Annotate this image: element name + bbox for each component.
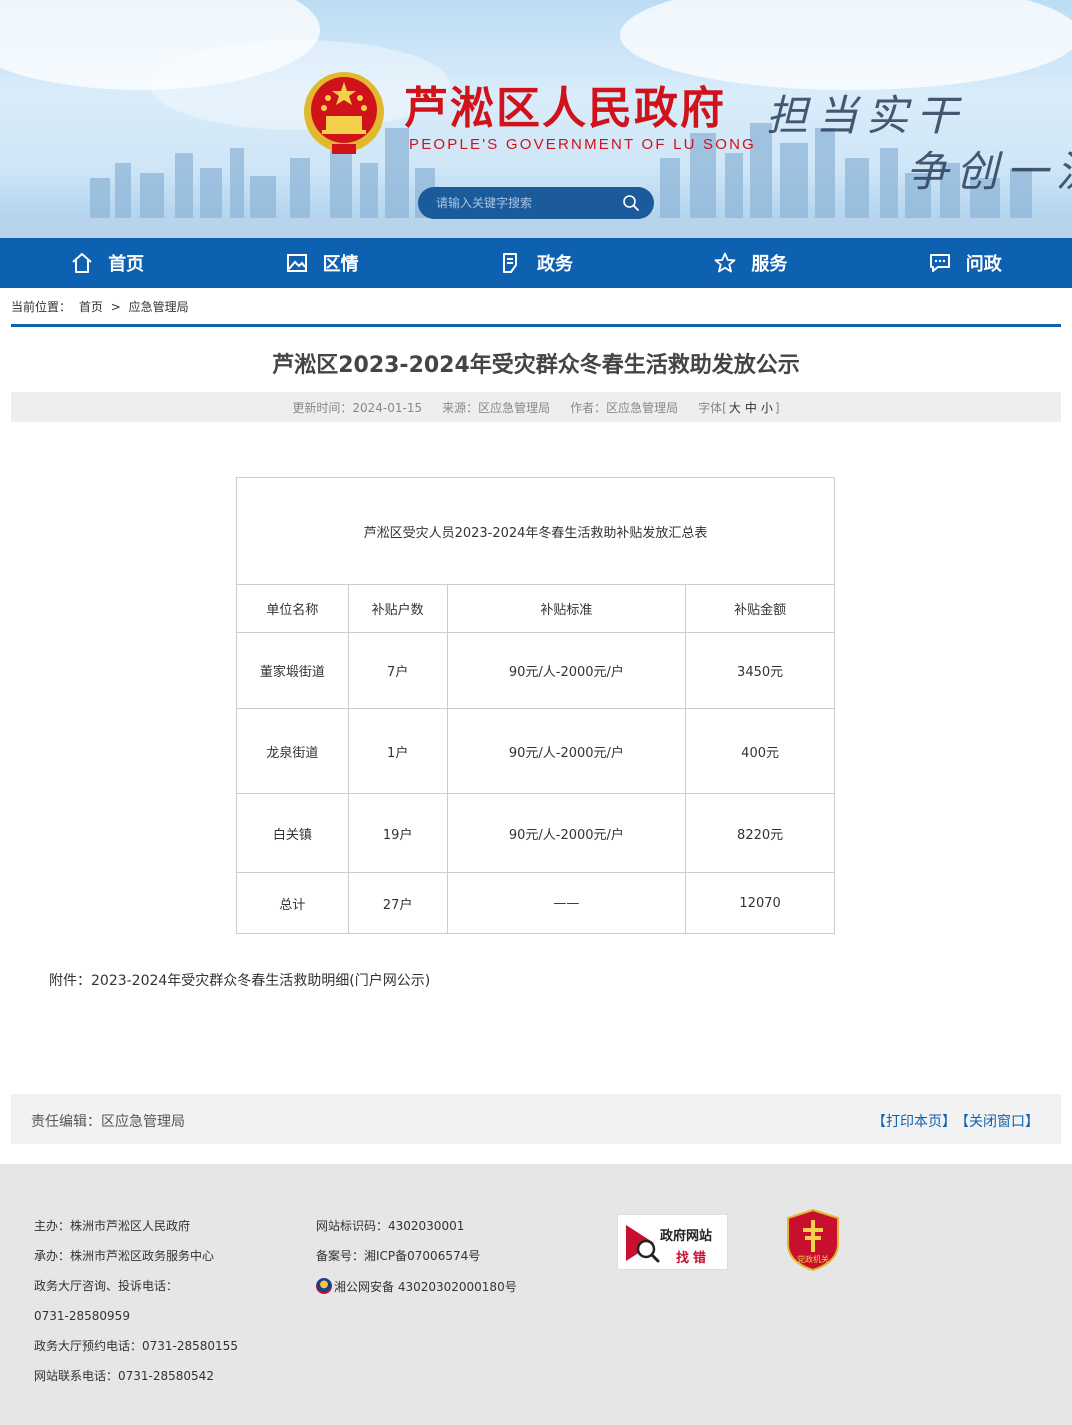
font-large-button[interactable]: 大 — [729, 401, 741, 415]
summary-table: 芦淞区受灾人员2023-2024年冬春生活救助补贴发放汇总表 单位名称 补贴户数… — [236, 477, 835, 934]
table-cell: 7户 — [347, 632, 448, 709]
site-subtitle: PEOPLE'S GOVERNMENT OF LU SONG — [409, 136, 756, 153]
magnifier-icon — [626, 1225, 660, 1263]
table-header-cell: 补贴户数 — [347, 584, 448, 633]
table-cell: 90元/人-2000元/户 — [446, 632, 687, 709]
table-cell: 龙泉街道 — [236, 708, 349, 794]
gov-site-error-report-badge[interactable]: 政府网站 找错 — [617, 1214, 728, 1270]
update-time: 更新时间：2024-01-15 — [292, 400, 423, 415]
article-author: 作者：区应急管理局 — [570, 400, 679, 415]
table-row: 董家塅街道 7户 90元/人-2000元/户 3450元 — [236, 632, 835, 709]
nav-label: 区情 — [322, 254, 359, 275]
breadcrumb: 当前位置： 首页 > 应急管理局 — [11, 298, 193, 315]
nav-item-home[interactable]: 首页 — [0, 238, 214, 288]
party-government-badge-icon[interactable]: 党政机关 — [786, 1208, 840, 1272]
responsible-editor: 责任编辑：区应急管理局 — [31, 1114, 185, 1130]
site-footer: 主办：株洲市芦淞区人民政府 承办：株洲市芦淞区政务服务中心 政务大厅咨询、投诉电… — [0, 1164, 1072, 1425]
footer-text: 政务大厅咨询、投诉电话： — [34, 1279, 179, 1293]
party-badge-text: 党政机关 — [797, 1254, 829, 1264]
table-cell: —— — [446, 872, 687, 934]
table-cell: 19户 — [347, 793, 448, 873]
nav-item-government-affairs[interactable]: 政务 — [429, 238, 643, 288]
close-window-button[interactable]: 【关闭窗口】 — [962, 1114, 1039, 1130]
table-cell: 3450元 — [685, 632, 835, 709]
star-icon — [714, 252, 736, 273]
document-icon — [502, 253, 517, 273]
police-record-text: 湘公网安备 43020302000180号 — [334, 1280, 517, 1294]
police-badge-icon — [316, 1278, 332, 1294]
nav-item-inquiry[interactable]: 问政 — [858, 238, 1072, 288]
font-size-switcher: 字体[大中小] — [698, 399, 779, 416]
police-record[interactable]: 湘公网安备 43020302000180号 — [316, 1278, 517, 1308]
breadcrumb-current-link[interactable]: 应急管理局 — [129, 300, 189, 314]
footer-text: 主办：株洲市芦淞区人民政府 — [34, 1219, 191, 1233]
breadcrumb-divider — [11, 324, 1061, 327]
table-cell: 27户 — [347, 872, 448, 934]
footer-registration-column: 网站标识码：4302030001 备案号：湘ICP备07006574号 湘公网安… — [316, 1218, 517, 1308]
table-cell: 8220元 — [685, 793, 835, 873]
nav-item-overview[interactable]: 区情 — [214, 238, 428, 288]
breadcrumb-home-link[interactable]: 首页 — [79, 300, 103, 314]
national-emblem-icon — [304, 72, 384, 154]
table-row: 龙泉街道 1户 90元/人-2000元/户 400元 — [236, 708, 835, 794]
search-icon[interactable] — [622, 194, 640, 212]
footer-text: 承办：株洲市芦淞区政务服务中心 — [34, 1249, 215, 1263]
nav-label: 服务 — [751, 254, 788, 275]
table-header-cell: 补贴标准 — [446, 584, 687, 633]
page-title: 芦淞区2023-2024年受灾群众冬春生活救助发放公示 — [272, 353, 800, 378]
chat-icon — [929, 254, 950, 272]
search-input[interactable] — [436, 194, 616, 212]
breadcrumb-separator: > — [110, 300, 121, 314]
footer-text: 0731-28580959 — [34, 1309, 130, 1323]
search-box — [418, 187, 654, 219]
table-row-total: 总计 27户 —— 12070 — [236, 872, 835, 934]
table-header-cell: 补贴金额 — [685, 584, 835, 633]
font-size-label: 字体[ — [698, 400, 727, 415]
badge-title: 政府网站 — [660, 1229, 713, 1244]
table-cell: 白关镇 — [236, 793, 349, 873]
table-cell: 90元/人-2000元/户 — [446, 708, 687, 794]
table-cell: 董家塅街道 — [236, 632, 349, 709]
page-actions: 【打印本页】 【关闭窗口】 — [866, 1111, 1039, 1131]
nav-label: 问政 — [965, 254, 1002, 275]
editor-bar: 责任编辑：区应急管理局 【打印本页】 【关闭窗口】 — [11, 1094, 1061, 1144]
table-cell: 400元 — [685, 708, 835, 794]
footer-text: 政务大厅预约电话：0731-28580155 — [34, 1339, 238, 1353]
table-cell: 12070 — [685, 872, 835, 934]
badge-subtitle: 找错 — [676, 1251, 711, 1266]
home-icon — [72, 253, 92, 273]
table-header-row: 单位名称 补贴户数 补贴标准 补贴金额 — [236, 584, 835, 633]
table-caption: 芦淞区受灾人员2023-2024年冬春生活救助补贴发放汇总表 — [236, 477, 835, 585]
slogan-line2: 争创一流 — [906, 147, 1072, 196]
table-row: 白关镇 19户 90元/人-2000元/户 8220元 — [236, 793, 835, 873]
breadcrumb-prefix: 当前位置： — [11, 300, 72, 314]
footer-info-column: 主办：株洲市芦淞区人民政府 承办：株洲市芦淞区政务服务中心 政务大厅咨询、投诉电… — [34, 1218, 238, 1398]
article-source: 来源：区应急管理局 — [442, 400, 551, 415]
slogan-line1: 担当实干 — [766, 91, 967, 140]
table-header-cell: 单位名称 — [236, 584, 349, 633]
site-title: 芦淞区人民政府 — [404, 83, 726, 134]
nav-label: 首页 — [108, 254, 145, 275]
font-size-bracket: ] — [774, 400, 780, 415]
print-page-button[interactable]: 【打印本页】 — [872, 1114, 956, 1130]
font-small-button[interactable]: 小 — [761, 401, 773, 415]
picture-icon — [286, 254, 307, 272]
table-cell: 90元/人-2000元/户 — [446, 793, 687, 873]
table-cell: 总计 — [236, 872, 349, 934]
table-cell: 1户 — [347, 708, 448, 794]
icp-record-link[interactable]: 备案号：湘ICP备07006574号 — [316, 1248, 517, 1278]
article-meta: 更新时间：2024-01-15 来源：区应急管理局 作者：区应急管理局 字体[大… — [11, 392, 1061, 422]
nav-item-services[interactable]: 服务 — [643, 238, 857, 288]
font-medium-button[interactable]: 中 — [745, 401, 757, 415]
site-id-text: 网站标识码：4302030001 — [316, 1219, 465, 1233]
nav-label: 政务 — [536, 254, 573, 275]
attachment-link[interactable]: 附件：2023-2024年受灾群众冬春生活救助明细(门户网公示) — [49, 970, 430, 990]
header-banner: 芦淞区人民政府 PEOPLE'S GOVERNMENT OF LU SONG 担… — [0, 0, 1072, 238]
footer-text: 网站联系电话：0731-28580542 — [34, 1369, 214, 1383]
main-nav: 首页 区情 政务 服务 问政 — [0, 238, 1072, 288]
